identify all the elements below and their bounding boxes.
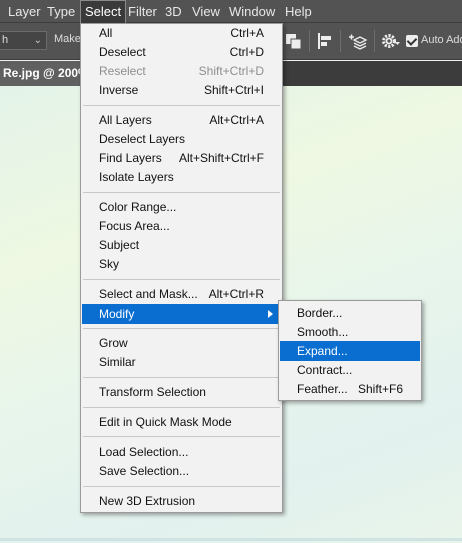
menu-item-select-and-mask[interactable]: Select and Mask... Alt+Ctrl+R [82, 284, 281, 304]
combine-shapes-icon[interactable] [283, 30, 305, 52]
menu-filter[interactable]: Filter [124, 0, 161, 23]
gear-icon[interactable] [379, 30, 401, 52]
menu-item-new-3d-extrusion[interactable]: New 3D Extrusion [82, 491, 281, 511]
select-menu: All Ctrl+A Deselect Ctrl+D Reselect Shift+C… [80, 23, 283, 513]
menu-item-isolate-layers[interactable]: Isolate Layers [82, 167, 281, 187]
submenu-arrow-icon [268, 310, 273, 318]
menu-item-load-selection[interactable]: Load Selection... [82, 442, 281, 462]
toolbar-divider [374, 30, 375, 52]
auto-add-label: Auto Add [421, 34, 462, 46]
menu-item-reselect: Reselect Shift+Ctrl+D [99, 64, 264, 78]
menu-divider [83, 279, 280, 280]
menu-bar: Layer Type Select Filter 3D View Window … [0, 0, 462, 23]
menu-divider [83, 407, 280, 408]
menu-item-grow[interactable]: Grow [82, 333, 281, 353]
menu-divider [83, 328, 280, 329]
arrange-layers-icon[interactable] [346, 30, 368, 52]
menu-help[interactable]: Help [281, 0, 316, 23]
menu-item-deselect-layers[interactable]: Deselect Layers [82, 129, 281, 149]
modify-submenu: Border... Smooth... Expand... Contract..… [278, 300, 422, 401]
menu-select[interactable]: Select [80, 0, 127, 23]
menu-item-similar[interactable]: Similar [82, 352, 281, 372]
menu-item-color-range[interactable]: Color Range... [82, 197, 281, 217]
menu-item-sky[interactable]: Sky [82, 254, 281, 274]
menu-item-focus-area[interactable]: Focus Area... [82, 216, 281, 236]
chevron-down-icon: ⌄ [33, 35, 42, 46]
menu-layer[interactable]: Layer [4, 0, 45, 23]
menu-view[interactable]: View [188, 0, 224, 23]
mode-dropdown-value: h [2, 34, 9, 46]
menu-item-subject[interactable]: Subject [82, 235, 281, 255]
canvas-edge [0, 538, 462, 541]
submenu-item-smooth[interactable]: Smooth... [280, 322, 420, 342]
submenu-item-feather[interactable]: Feather... Shift+F6 [280, 379, 420, 399]
menu-item-inverse[interactable]: Inverse Shift+Ctrl+I [82, 80, 281, 100]
menu-divider [83, 377, 280, 378]
menu-type[interactable]: Type [43, 0, 79, 23]
menu-divider [83, 192, 280, 193]
menu-item-all-layers[interactable]: All Layers Alt+Ctrl+A [82, 110, 281, 130]
toolbar-divider [340, 30, 341, 52]
align-left-icon[interactable] [314, 30, 336, 52]
menu-item-deselect[interactable]: Deselect Ctrl+D [82, 42, 281, 62]
menu-item-quick-mask[interactable]: Edit in Quick Mask Mode [82, 412, 281, 432]
mode-dropdown[interactable]: h ⌄ [0, 31, 47, 50]
menu-divider [83, 436, 280, 437]
menu-item-save-selection[interactable]: Save Selection... [82, 461, 281, 481]
menu-divider [83, 486, 280, 487]
menu-divider [83, 105, 280, 106]
menu-item-all[interactable]: All Ctrl+A [82, 23, 281, 43]
submenu-item-expand[interactable]: Expand... [280, 341, 420, 361]
menu-3d[interactable]: 3D [161, 0, 186, 23]
menu-item-find-layers[interactable]: Find Layers Alt+Shift+Ctrl+F [82, 148, 281, 168]
document-tab[interactable]: Re.jpg @ 200% [0, 61, 90, 86]
toolbar-divider [309, 30, 310, 52]
auto-add-checkbox[interactable] [406, 35, 418, 47]
submenu-item-contract[interactable]: Contract... [280, 360, 420, 380]
menu-item-modify[interactable]: Modify [82, 304, 281, 324]
submenu-item-border[interactable]: Border... [280, 303, 420, 323]
menu-window[interactable]: Window [225, 0, 279, 23]
menu-item-transform-selection[interactable]: Transform Selection [82, 382, 281, 402]
